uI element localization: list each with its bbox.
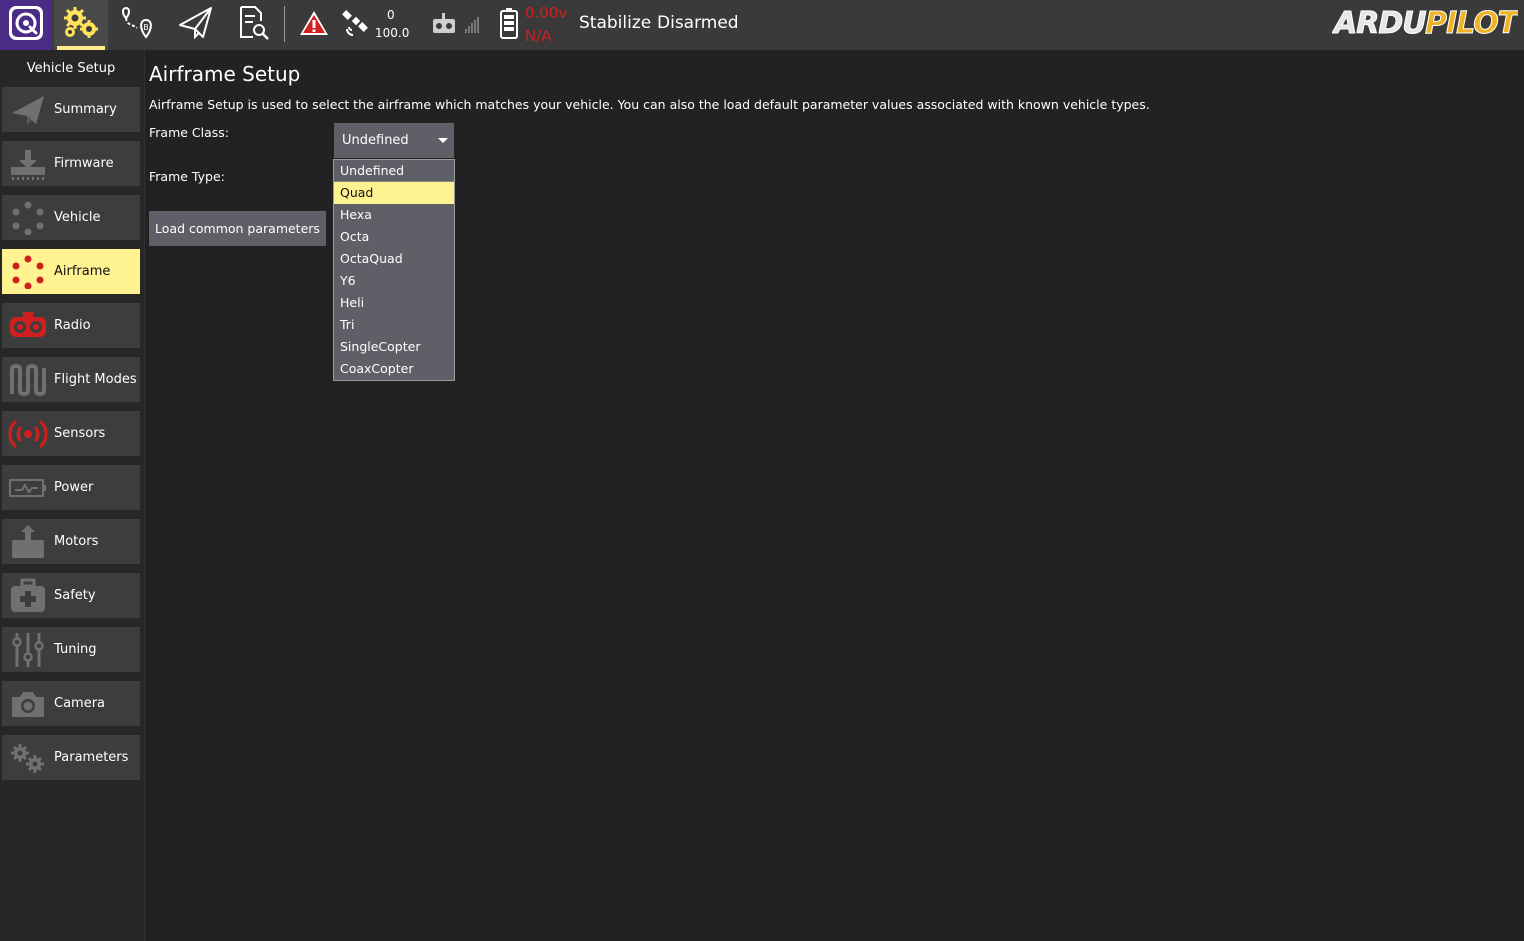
frame-class-selected-value: Undefined: [342, 133, 409, 148]
sensors-signal-icon: [2, 411, 54, 456]
vehicle-frame-icon: [2, 195, 54, 240]
arm-status[interactable]: Disarmed: [657, 13, 739, 33]
sidebar-item-power[interactable]: Power: [2, 465, 140, 510]
page-description: Airframe Setup is used to select the air…: [149, 97, 1150, 112]
radio-transmitter-icon: [2, 303, 54, 348]
sidebar-item-label: Vehicle: [54, 210, 101, 225]
frame-class-option-quad[interactable]: Quad: [334, 182, 454, 204]
camera-icon: [2, 681, 54, 726]
svg-text:PILOT: PILOT: [1425, 6, 1518, 38]
frame-class-option-octa[interactable]: Octa: [334, 226, 454, 248]
frame-class-dropdown-list: Undefined Quad Hexa Octa OctaQuad Y6 Hel…: [333, 159, 455, 381]
sidebar-item-radio[interactable]: Radio: [2, 303, 140, 348]
frame-class-option-tri[interactable]: Tri: [334, 314, 454, 336]
sidebar-item-label: Camera: [54, 696, 106, 711]
sidebar-item-label: Tuning: [54, 642, 97, 657]
rc-transmitter-icon: [427, 11, 481, 39]
vehicle-setup-gears-icon: [62, 5, 100, 45]
sidebar-item-label: Motors: [54, 534, 99, 549]
vehicle-setup-sidebar: Vehicle Setup Summary Firmware Vehicle A…: [0, 50, 145, 941]
sidebar-item-airframe[interactable]: Airframe: [2, 249, 140, 294]
sidebar-item-firmware[interactable]: Firmware: [2, 141, 140, 186]
plan-view-button[interactable]: B: [112, 0, 164, 50]
sidebar-item-vehicle[interactable]: Vehicle: [2, 195, 140, 240]
fly-view-button[interactable]: [170, 0, 222, 50]
gps-satellite-count: 0: [387, 8, 395, 22]
qgc-menu-button[interactable]: [0, 0, 52, 50]
sidebar-item-label: Firmware: [54, 156, 114, 171]
sidebar-item-label: Power: [54, 480, 94, 495]
analyze-view-button[interactable]: [226, 0, 278, 50]
chevron-down-icon: [438, 138, 448, 143]
ardupilot-logo: ARDU ARDU PILOT: [1330, 4, 1523, 44]
battery-icon: [499, 7, 519, 43]
plan-icon: B: [119, 4, 157, 46]
qgc-logo-icon: [8, 5, 44, 45]
svg-text:B: B: [143, 23, 149, 32]
frame-class-option-coaxcopter[interactable]: CoaxCopter: [334, 358, 454, 380]
page-title: Airframe Setup: [149, 62, 301, 86]
top-toolbar: B 0 100.0 0.00v N/A Stabilize Disarmed A…: [0, 0, 1524, 50]
battery-voltage: 0.00v: [525, 4, 568, 22]
sidebar-item-motors[interactable]: Motors: [2, 519, 140, 564]
sidebar-item-label: Summary: [54, 102, 117, 117]
tuning-sliders-icon: [2, 627, 54, 672]
sidebar-item-safety[interactable]: Safety: [2, 573, 140, 618]
sidebar-item-label: Safety: [54, 588, 96, 603]
sidebar-item-label: Airframe: [54, 264, 111, 279]
frame-class-option-heli[interactable]: Heli: [334, 292, 454, 314]
gps-satellite-icon: [341, 8, 371, 42]
firmware-download-icon: [2, 141, 54, 186]
rc-rssi-indicator[interactable]: [424, 0, 484, 50]
warning-icon: [299, 9, 329, 41]
vehicle-setup-button[interactable]: [54, 0, 108, 50]
summary-plane-icon: [2, 87, 54, 132]
svg-text:ARDU: ARDU: [1332, 6, 1426, 38]
sidebar-item-flight-modes[interactable]: Flight Modes: [2, 357, 140, 402]
frame-type-label: Frame Type:: [149, 169, 225, 184]
sidebar-item-label: Parameters: [54, 750, 129, 765]
airframe-dots-icon: [2, 249, 54, 294]
sidebar-item-parameters[interactable]: Parameters: [2, 735, 140, 780]
airframe-setup-panel: Airframe Setup Airframe Setup is used to…: [145, 50, 1524, 941]
flight-modes-wave-icon: [2, 357, 54, 402]
sidebar-item-summary[interactable]: Summary: [2, 87, 140, 132]
frame-class-option-undefined[interactable]: Undefined: [334, 160, 454, 182]
flight-mode-selector[interactable]: Stabilize: [579, 13, 651, 33]
messages-indicator[interactable]: [296, 0, 332, 50]
safety-medkit-icon: [2, 573, 54, 618]
sidebar-item-label: Radio: [54, 318, 91, 333]
frame-class-option-singlecopter[interactable]: SingleCopter: [334, 336, 454, 358]
motors-icon: [2, 519, 54, 564]
sidebar-title: Vehicle Setup: [26, 61, 116, 76]
frame-class-combobox[interactable]: Undefined: [334, 123, 454, 158]
frame-class-option-octaquad[interactable]: OctaQuad: [334, 248, 454, 270]
battery-remaining: N/A: [525, 27, 552, 45]
battery-indicator[interactable]: [496, 0, 522, 50]
gps-hdop-value: 100.0: [375, 26, 410, 40]
sidebar-item-label: Flight Modes: [54, 372, 137, 387]
parameters-gears-icon: [2, 735, 54, 780]
load-common-parameters-button[interactable]: Load common parameters: [149, 211, 326, 246]
power-battery-icon: [2, 465, 54, 510]
sidebar-item-label: Sensors: [54, 426, 106, 441]
sidebar-item-tuning[interactable]: Tuning: [2, 627, 140, 672]
frame-class-option-y6[interactable]: Y6: [334, 270, 454, 292]
sidebar-item-camera[interactable]: Camera: [2, 681, 140, 726]
gps-indicator[interactable]: [340, 0, 372, 50]
fly-icon: [177, 4, 215, 46]
frame-class-label: Frame Class:: [149, 125, 230, 140]
sidebar-item-sensors[interactable]: Sensors: [2, 411, 140, 456]
frame-class-option-hexa[interactable]: Hexa: [334, 204, 454, 226]
analyze-icon: [233, 4, 271, 46]
toolbar-separator: [284, 6, 285, 42]
